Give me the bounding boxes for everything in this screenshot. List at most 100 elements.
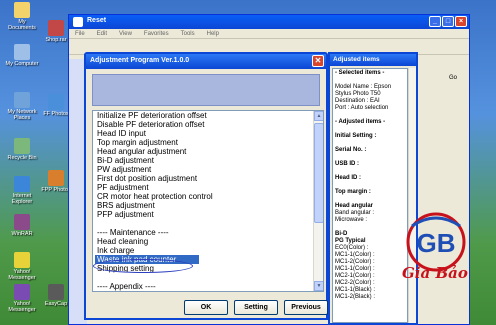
- list-item[interactable]: ---- Appendix ----: [95, 282, 323, 291]
- desktop-icon[interactable]: My Documents: [4, 2, 40, 31]
- menu-item[interactable]: View: [119, 31, 132, 38]
- dialog-title: Adjustment Program Ver.1.0.0: [90, 57, 190, 64]
- background-window-titlebar[interactable]: Reset _ □ ×: [69, 15, 469, 29]
- list-item[interactable]: CR motor heat protection control: [95, 192, 323, 201]
- desktop-icon-label: My Computer: [5, 61, 39, 67]
- adjusted-item-line: USB ID :: [335, 161, 359, 167]
- desktop-icon-glyph: [14, 2, 30, 18]
- desktop-icons: My Documents My Computer My Network Places…: [0, 0, 71, 325]
- list-item[interactable]: Head ID input: [95, 129, 323, 138]
- logo-text: Gia Bảo: [402, 264, 468, 282]
- desktop-icon-label: Yahoo! Messenger: [8, 269, 36, 281]
- logo-mark: GB: [417, 228, 456, 258]
- adjusted-item-line: MC1-2(Black) :: [335, 294, 376, 300]
- desktop-icon-glyph: [14, 138, 30, 154]
- list-item[interactable]: Disable PF deterioration offset: [95, 120, 323, 129]
- menu-item[interactable]: File: [75, 31, 85, 38]
- adjusted-item-line: [335, 168, 405, 175]
- adjusted-item-line: - Selected items -: [335, 70, 385, 76]
- desktop-icon-glyph: [48, 20, 64, 36]
- desktop-icon-glyph: [14, 176, 30, 192]
- adjustment-list-items: Initialize PF deterioration offset Disabl…: [93, 111, 323, 291]
- desktop-icon-glyph: [48, 170, 64, 186]
- list-item[interactable]: Head cleaning: [95, 237, 323, 246]
- desktop-icon[interactable]: My Computer: [4, 44, 40, 67]
- list-item[interactable]: PF adjustment: [95, 183, 323, 192]
- desktop-icon-label: Internet Explorer: [11, 193, 33, 205]
- adjusted-item-line: [335, 182, 405, 189]
- adjusted-item-line: Serial No. :: [335, 147, 367, 153]
- close-button[interactable]: ×: [455, 16, 467, 27]
- desktop-icon-label: My Network Places: [7, 109, 37, 121]
- adjustment-program-dialog: Adjustment Program Ver.1.0.0 ✕ Initializ…: [84, 52, 328, 320]
- dialog-banner: [92, 74, 320, 106]
- list-item[interactable]: Shipping setting: [95, 264, 323, 273]
- background-window-title: Reset: [87, 17, 107, 24]
- adjusted-item-line: [335, 154, 405, 161]
- menu-bar: File Edit View Favorites Tools Help: [69, 29, 469, 39]
- desktop-icon[interactable]: My Network Places: [4, 92, 40, 121]
- setting-button[interactable]: Setting: [234, 300, 278, 315]
- desktop-icon-label: Recycle Bin: [7, 155, 37, 161]
- desktop-icon-glyph: [48, 94, 64, 110]
- desktop-icon[interactable]: Yahoo! Messenger: [4, 284, 40, 313]
- adjusted-item-line: MC1-1(Black) :: [335, 287, 376, 293]
- desktop-icon-glyph: [48, 284, 64, 300]
- adjusted-item-line: Model Name : Epson: [335, 84, 392, 90]
- menu-item[interactable]: Tools: [181, 31, 195, 38]
- desktop-icon-label: My Documents: [8, 19, 36, 31]
- list-item[interactable]: ---- Maintenance ----: [95, 228, 323, 237]
- desktop-icon-glyph: [14, 92, 30, 108]
- scroll-thumb[interactable]: [314, 123, 323, 223]
- list-item[interactable]: PFP adjustment: [95, 210, 323, 219]
- adjusted-item-line: Port : Auto selection: [335, 105, 389, 111]
- list-item[interactable]: First dot position adjustment: [95, 174, 323, 183]
- adjusted-item-line: Head ID :: [335, 175, 362, 181]
- desktop-icon-glyph: [14, 284, 30, 300]
- desktop-icon[interactable]: WinRAR: [4, 214, 40, 237]
- go-button[interactable]: Go: [449, 75, 457, 81]
- list-item: [95, 273, 323, 282]
- list-item[interactable]: Head angular adjustment: [95, 147, 323, 156]
- list-item[interactable]: Top margin adjustment: [95, 138, 323, 147]
- desktop-icon-glyph: [14, 214, 30, 230]
- ok-button[interactable]: OK: [184, 300, 228, 315]
- list-item: [95, 219, 323, 228]
- adjusted-items-title: Adjusted items: [330, 54, 416, 66]
- desktop-icon-label: WinRAR: [11, 231, 33, 237]
- adjusted-item-line: [335, 126, 405, 133]
- dialog-close-button[interactable]: ✕: [312, 55, 324, 67]
- desktop-icon-label: Yahoo! Messenger: [8, 301, 36, 313]
- list-item[interactable]: BRS adjustment: [95, 201, 323, 210]
- menu-item[interactable]: Edit: [97, 31, 107, 38]
- window-controls: _ □ ×: [429, 16, 467, 27]
- list-item[interactable]: Waste ink pad counter: [95, 255, 199, 264]
- scroll-down-arrow-icon[interactable]: ▼: [314, 281, 323, 291]
- list-item[interactable]: Bi-D adjustment: [95, 156, 323, 165]
- adjustment-list[interactable]: Initialize PF deterioration offset Disabl…: [92, 110, 324, 292]
- list-item[interactable]: PW adjustment: [95, 165, 323, 174]
- scroll-up-arrow-icon[interactable]: ▲: [314, 111, 323, 121]
- adjusted-item-line: Initial Setting :: [335, 133, 377, 139]
- desktop-icon[interactable]: Recycle Bin: [4, 138, 40, 161]
- list-item[interactable]: Initialize PF deterioration offset: [95, 111, 323, 120]
- adjusted-item-line: - Adjusted items -: [335, 119, 386, 125]
- folder-icon: [73, 17, 83, 27]
- desktop-icon[interactable]: Yahoo! Messenger: [4, 252, 40, 281]
- list-scrollbar[interactable]: ▲ ▼: [313, 111, 323, 291]
- dialog-titlebar[interactable]: Adjustment Program Ver.1.0.0 ✕: [86, 54, 326, 69]
- menu-item[interactable]: Help: [207, 31, 219, 38]
- previous-button[interactable]: Previous: [284, 300, 328, 315]
- desktop-icon[interactable]: Internet Explorer: [4, 176, 40, 205]
- adjusted-item-line: Stylus Photo T50: [335, 91, 381, 97]
- minimize-button[interactable]: _: [429, 16, 441, 27]
- list-item[interactable]: Ink charge: [95, 246, 323, 255]
- adjusted-item-line: Destination : EAI: [335, 98, 380, 104]
- adjusted-item-line: [335, 112, 405, 119]
- desktop-icon-glyph: [14, 252, 30, 268]
- desktop-icon-glyph: [14, 44, 30, 60]
- menu-item[interactable]: Favorites: [144, 31, 169, 38]
- maximize-button[interactable]: □: [442, 16, 454, 27]
- adjusted-item-line: [335, 77, 405, 84]
- dialog-buttons: OK Setting Previous: [184, 300, 328, 315]
